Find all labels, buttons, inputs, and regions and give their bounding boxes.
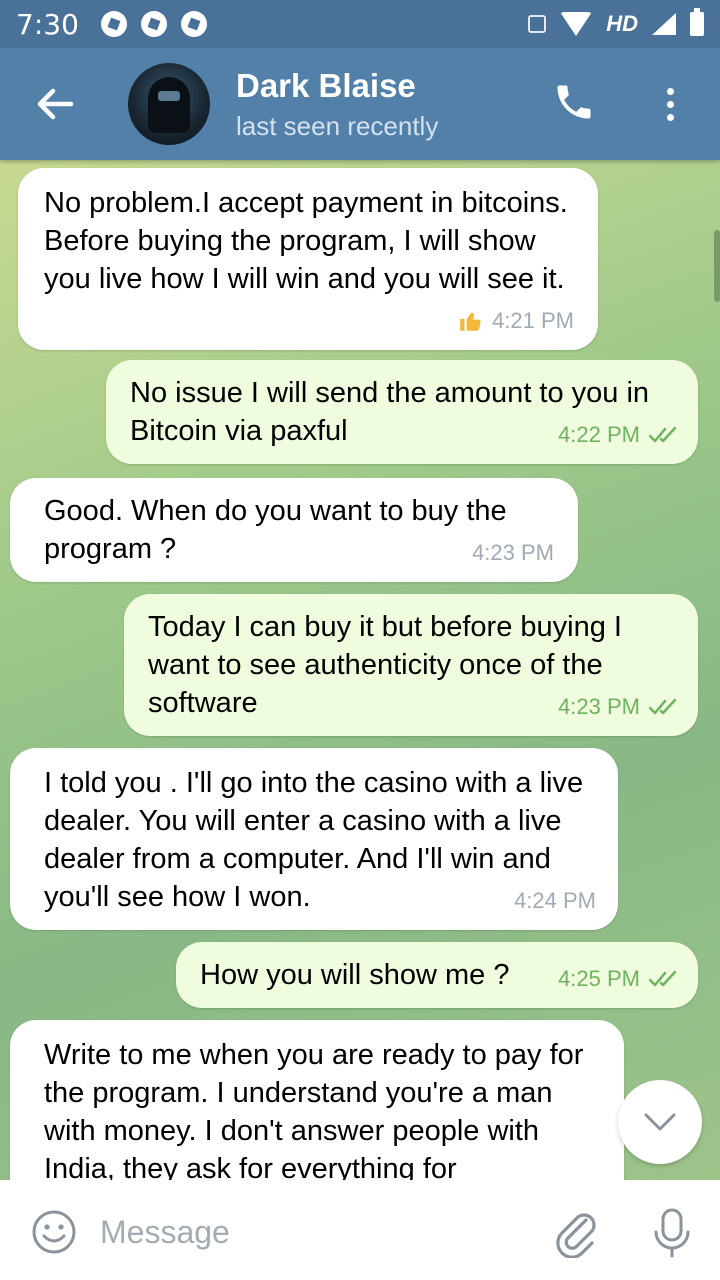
wifi-icon xyxy=(560,12,593,36)
chat-header: Dark Blaise last seen recently xyxy=(0,48,720,160)
scrollbar[interactable] xyxy=(714,230,720,302)
double-check-icon xyxy=(648,970,677,987)
scroll-to-bottom-button[interactable] xyxy=(618,1080,702,1164)
message-incoming[interactable]: Write to me when you are ready to pay fo… xyxy=(10,1020,624,1180)
message-time: 4:25 PM xyxy=(558,966,640,991)
call-button[interactable] xyxy=(552,80,600,128)
chevron-down-icon xyxy=(644,1113,676,1131)
message-time: 4:23 PM xyxy=(558,694,640,719)
microphone-icon xyxy=(654,1208,690,1258)
dot-icon xyxy=(666,100,674,108)
phone-icon xyxy=(557,85,591,119)
status-time: 7:30 xyxy=(16,7,79,41)
message-outgoing[interactable]: How you will show me ? 4:25 PM xyxy=(176,942,698,1008)
contact-name: Dark Blaise xyxy=(236,66,416,104)
dot-icon xyxy=(666,87,674,95)
notification-icons xyxy=(100,11,207,37)
double-check-icon xyxy=(648,698,677,715)
avatar[interactable] xyxy=(128,63,210,145)
more-options-button[interactable] xyxy=(650,80,690,128)
message-incoming[interactable]: I told you . I'll go into the casino wit… xyxy=(10,748,618,930)
double-check-icon xyxy=(648,426,677,443)
message-text: No problem.I accept payment in bitcoins.… xyxy=(44,187,568,295)
back-button[interactable] xyxy=(0,48,110,160)
contact-status: last seen recently xyxy=(236,110,439,141)
message-outgoing[interactable]: Today I can buy it but before buying I w… xyxy=(124,594,698,736)
thumbs-up-icon xyxy=(460,312,481,331)
status-bar: 7:30 HD xyxy=(0,0,720,48)
message-incoming[interactable]: No problem.I accept payment in bitcoins.… xyxy=(18,168,598,350)
camera-aperture-icon xyxy=(180,11,207,37)
arrow-left-icon xyxy=(37,88,74,120)
signal-icon xyxy=(652,13,676,35)
network-type-label: HD xyxy=(606,11,638,36)
message-time: 4:22 PM xyxy=(558,422,640,447)
dot-icon xyxy=(666,113,674,121)
message-text: Good. When do you want to buy the progra… xyxy=(44,495,507,565)
message-composer xyxy=(0,1180,720,1280)
attach-button[interactable] xyxy=(552,1206,600,1259)
message-outgoing[interactable]: No issue I will send the amount to you i… xyxy=(106,360,698,464)
camera-aperture-icon xyxy=(100,11,127,37)
message-incoming[interactable]: Good. When do you want to buy the progra… xyxy=(10,478,578,582)
smiley-icon xyxy=(32,1210,76,1254)
contact-info[interactable]: Dark Blaise last seen recently xyxy=(236,67,438,142)
message-time: 4:21 PM xyxy=(492,308,574,333)
voice-record-button[interactable] xyxy=(648,1206,696,1260)
battery-icon xyxy=(690,8,704,36)
message-time: 4:23 PM xyxy=(472,540,554,565)
message-text: I told you . I'll go into the casino wit… xyxy=(44,767,584,913)
message-text: Write to me when you are ready to pay fo… xyxy=(44,1039,584,1180)
message-input[interactable] xyxy=(100,1204,520,1260)
paperclip-icon xyxy=(556,1213,596,1259)
message-time: 4:24 PM xyxy=(514,888,596,913)
nfc-icon xyxy=(528,15,547,33)
emoji-button[interactable] xyxy=(30,1208,78,1256)
chat-area[interactable]: No problem.I accept payment in bitcoins.… xyxy=(0,160,720,1180)
camera-aperture-icon xyxy=(140,11,167,37)
